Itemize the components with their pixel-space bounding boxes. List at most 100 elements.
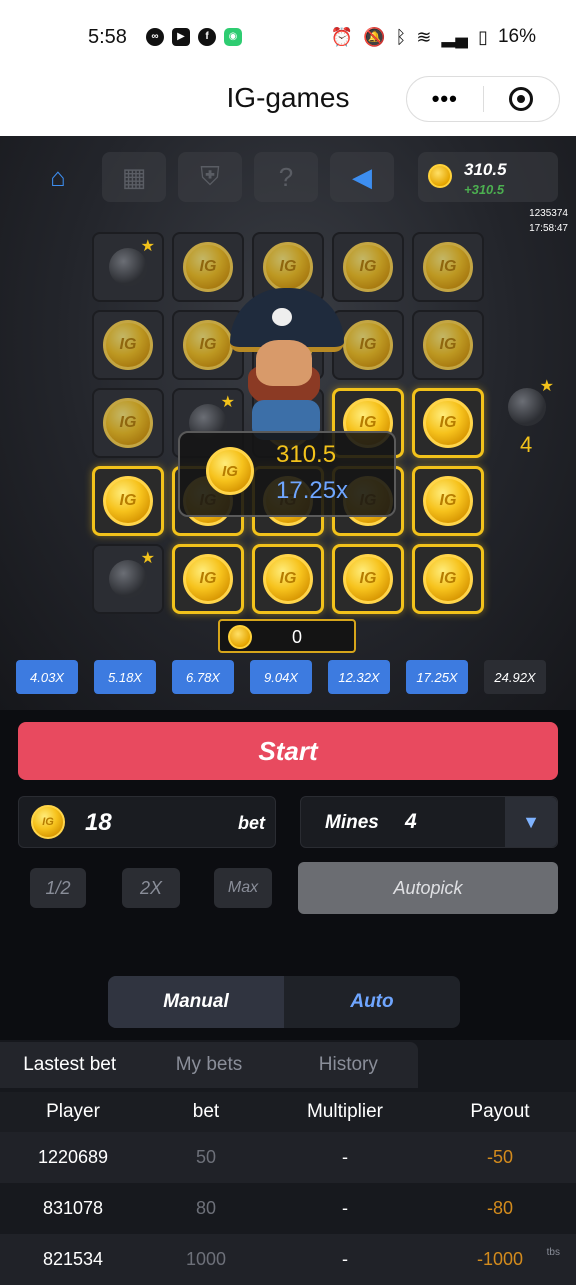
multiplier-cell: - xyxy=(342,1249,348,1269)
session-meta: 1235374 17:58:47 xyxy=(529,206,568,236)
payout-cell: -50 xyxy=(486,1147,513,1167)
wifi-icon: ≋ xyxy=(416,26,432,47)
coin-icon: IG xyxy=(423,476,473,526)
coin-icon: IG xyxy=(263,242,313,292)
balance-value: 310.5 xyxy=(464,160,507,179)
grid-cell[interactable] xyxy=(92,232,164,302)
cards-button[interactable]: ▦ xyxy=(102,152,166,202)
header-player: Player xyxy=(46,1101,100,1122)
help-button[interactable]: ? xyxy=(254,152,318,202)
chevron-down-icon: ▼ xyxy=(522,811,540,832)
grid-cell[interactable]: IG xyxy=(172,544,244,614)
more-menu-button[interactable]: ••• xyxy=(407,86,483,112)
coin-icon: IG xyxy=(423,398,473,448)
records-tabs: Lastest bet My bets History xyxy=(0,1042,418,1088)
multiplier-cell: - xyxy=(342,1198,348,1218)
multiplier-cell: - xyxy=(342,1147,348,1167)
mode-toggle: Manual Auto xyxy=(108,976,460,1028)
grid-cell[interactable] xyxy=(92,544,164,614)
bet-amount-field[interactable]: IG 18 bet xyxy=(18,796,276,848)
bet-cell: 50 xyxy=(195,1147,217,1167)
header-bet: bet xyxy=(192,1101,220,1122)
bet-cell: 1000 xyxy=(185,1249,227,1269)
coin-icon: IG xyxy=(343,242,393,292)
tab-history[interactable]: History xyxy=(279,1042,418,1088)
game-nav: ⌂ ▦ ⛨ ? ◀ xyxy=(26,152,394,202)
autopick-button[interactable]: Autopick xyxy=(298,862,558,914)
battery-icon: ▯ xyxy=(478,26,488,47)
double-bet-button[interactable]: 2X xyxy=(122,868,180,908)
win-amount: 310.5 xyxy=(276,441,337,468)
tab-auto[interactable]: Auto xyxy=(284,976,460,1028)
home-button[interactable]: ⌂ xyxy=(26,152,90,202)
fairness-button[interactable]: ⛨ xyxy=(178,152,242,202)
question-icon: ? xyxy=(278,161,294,192)
coin-icon: IG xyxy=(423,320,473,370)
bluetooth-icon: ᛒ xyxy=(395,26,407,47)
pending-win: 0 xyxy=(218,619,356,653)
payout-cell: -80 xyxy=(486,1198,513,1218)
sound-button[interactable]: ◀ xyxy=(330,152,394,202)
multiplier-step: 9.04X xyxy=(250,660,312,694)
coin-icon: IG xyxy=(206,447,254,495)
tab-my-bets[interactable]: My bets xyxy=(139,1042,278,1088)
grid-cell[interactable]: IG xyxy=(92,388,164,458)
bet-label: bet xyxy=(238,813,265,833)
pirate-face xyxy=(256,340,312,386)
bomb-icon xyxy=(109,236,155,286)
table-row: 1220689 50 - -50 xyxy=(0,1132,576,1183)
coin-icon: IG xyxy=(343,320,393,370)
facebook-icon: f xyxy=(198,28,216,46)
half-bet-button[interactable]: 1/2 xyxy=(30,868,86,908)
shield-icon: ⛨ xyxy=(200,161,220,191)
grid-cell[interactable]: IG xyxy=(412,544,484,614)
grid-cell[interactable]: IG xyxy=(92,310,164,380)
max-bet-button[interactable]: Max xyxy=(214,868,272,908)
coin-icon xyxy=(228,625,252,649)
bomb-icon xyxy=(109,548,155,598)
grid-cell[interactable]: IG xyxy=(412,388,484,458)
user-id: 1235374 xyxy=(529,208,568,219)
grid-cell[interactable]: IG xyxy=(332,544,404,614)
bets-records: Lastest bet My bets History Player bet M… xyxy=(0,1040,576,1285)
coin-icon: IG xyxy=(183,242,233,292)
chat-app-icon: ◉ xyxy=(224,28,242,46)
table-row: 831078 80 - -80 xyxy=(0,1183,576,1234)
skull-icon xyxy=(272,308,292,326)
player-cell: 831078 xyxy=(42,1198,104,1218)
multiplier-step: 5.18X xyxy=(94,660,156,694)
header-payout: Payout xyxy=(470,1101,530,1122)
grid-cell[interactable]: IG xyxy=(412,310,484,380)
signal-icon: ▂▄ xyxy=(441,26,469,47)
bomb-icon xyxy=(508,376,554,426)
player-cell: 1220689 xyxy=(37,1147,109,1167)
grid-cell[interactable]: IG xyxy=(92,466,164,536)
start-button[interactable]: Start xyxy=(18,722,558,780)
tab-latest-bet[interactable]: Lastest bet xyxy=(0,1042,139,1088)
mines-select[interactable]: Mines 4 ▼ xyxy=(300,796,558,848)
multiplier-step: 12.32X xyxy=(328,660,390,694)
mines-dropdown-button[interactable]: ▼ xyxy=(505,797,557,847)
tab-manual[interactable]: Manual xyxy=(108,976,284,1028)
grid-cell[interactable]: IG xyxy=(252,544,324,614)
records-header: Player bet Multiplier Payout xyxy=(0,1092,576,1132)
multiplier-step: 6.78X xyxy=(172,660,234,694)
watermark: tbs xyxy=(546,1247,560,1258)
bet-controls: Start IG 18 bet Mines 4 ▼ 1/2 2X Max Aut… xyxy=(0,710,576,1040)
status-right: ⏰ 🔕 ᛒ ≋ ▂▄ ▯ 16% xyxy=(331,26,536,48)
header-multiplier: Multiplier xyxy=(306,1101,384,1122)
close-mini-app-button[interactable] xyxy=(484,87,560,111)
coin-icon: IG xyxy=(263,554,313,604)
grid-cell[interactable]: IG xyxy=(412,466,484,536)
player-cell: 821534 xyxy=(42,1249,104,1269)
bet-cell: 80 xyxy=(195,1198,217,1218)
game-board-area: ⌂ ▦ ⛨ ? ◀ 310.5 +310.5 1235374 17:58:47 … xyxy=(0,136,576,710)
mute-icon: 🔕 xyxy=(363,26,386,47)
alarm-icon: ⏰ xyxy=(330,26,354,47)
bet-value[interactable]: 18 xyxy=(85,809,112,837)
cards-icon: ▦ xyxy=(121,161,147,192)
mini-app-titlebar: IG-games ••• xyxy=(0,64,576,136)
server-clock: 17:58:47 xyxy=(529,223,568,234)
multiplier-step: 17.25X xyxy=(406,660,468,694)
grid-cell[interactable]: IG xyxy=(412,232,484,302)
